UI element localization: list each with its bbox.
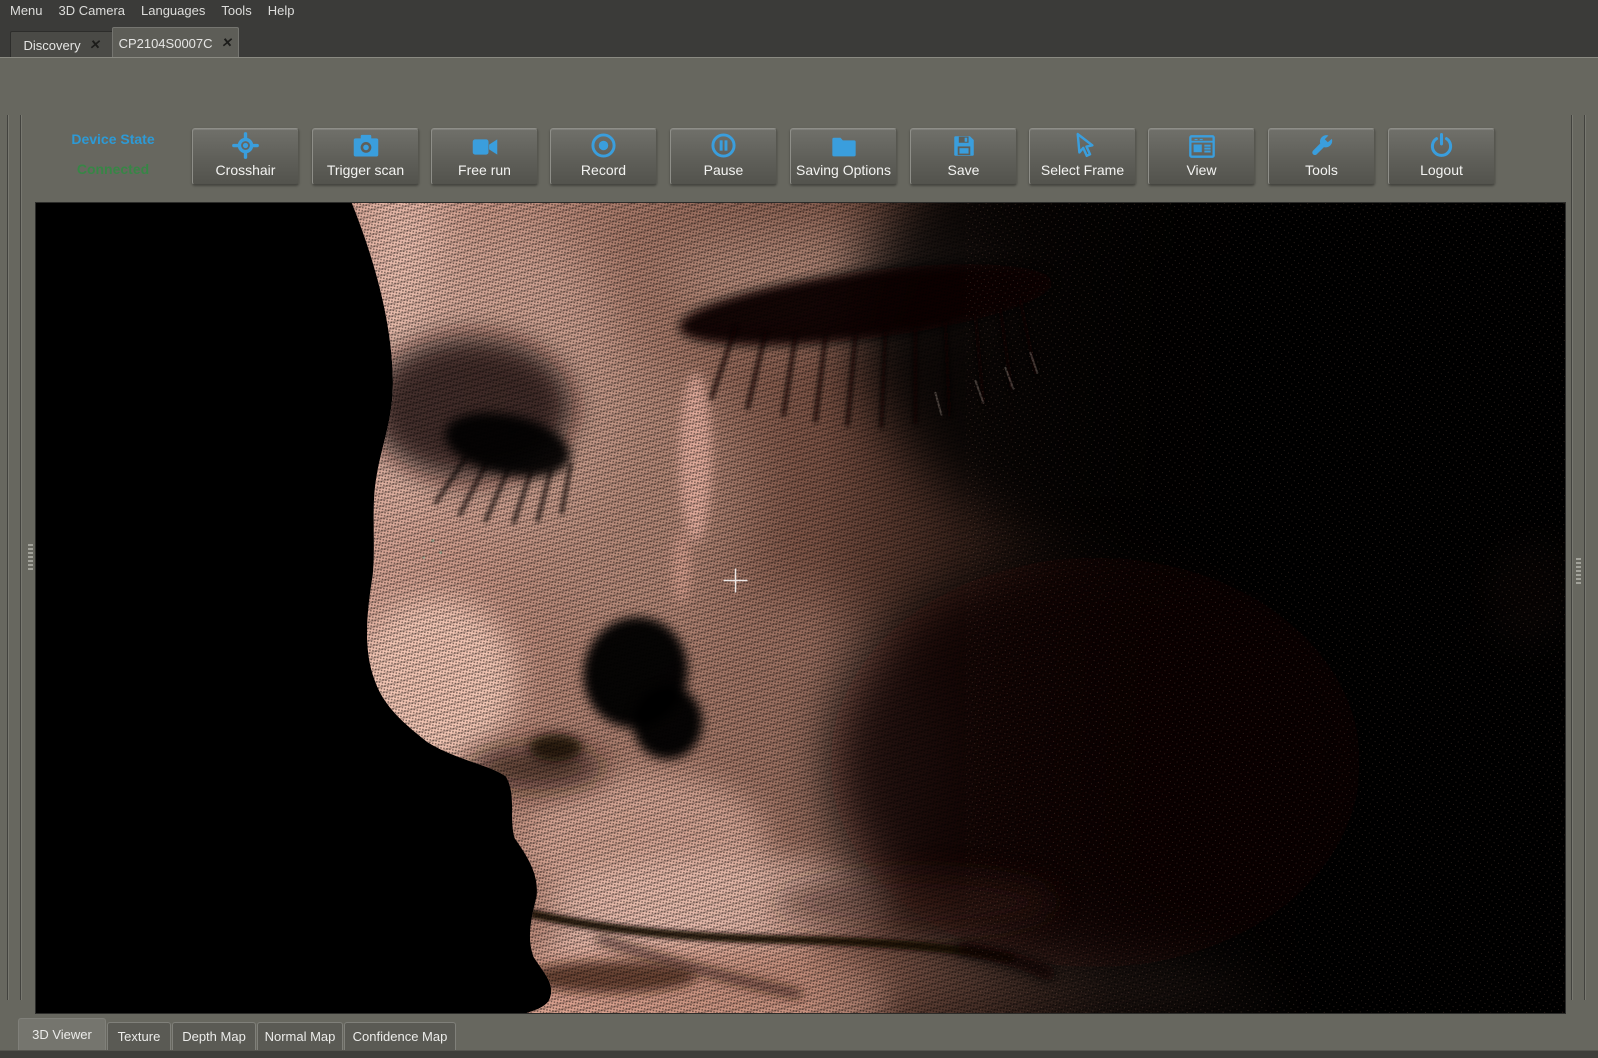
view-tab-bar: 3D Viewer Texture Depth Map Normal Map C… [0, 1016, 1598, 1050]
tab-depth-map[interactable]: Depth Map [172, 1022, 256, 1050]
device-tab-bar: Discovery ✕ CP2104S0007C ✕ [0, 21, 1598, 57]
right-splitter-groove [1571, 115, 1572, 1000]
menu-item-menu[interactable]: Menu [10, 3, 57, 18]
record-button[interactable]: Record [550, 128, 657, 185]
button-label: Tools [1305, 162, 1338, 178]
device-workspace: Device State Connected Crosshair Trigger… [0, 57, 1598, 1000]
logout-button[interactable]: Logout [1388, 128, 1495, 185]
close-tab-icon[interactable]: ✕ [88, 37, 102, 53]
3d-viewport[interactable] [35, 202, 1566, 1014]
photo-camera-icon [352, 133, 380, 159]
tab-label: Texture [118, 1029, 161, 1044]
trigger-scan-button[interactable]: Trigger scan [312, 128, 419, 185]
tab-normal-map[interactable]: Normal Map [257, 1022, 343, 1050]
tab-device-cp2104s0007c[interactable]: CP2104S0007C ✕ [112, 27, 239, 58]
button-label: View [1186, 162, 1216, 178]
menu-item-tools[interactable]: Tools [221, 3, 265, 18]
tab-3d-viewer[interactable]: 3D Viewer [18, 1018, 106, 1050]
menu-item-3d-camera[interactable]: 3D Camera [59, 3, 139, 18]
right-splitter-groove [1584, 115, 1585, 1000]
window-layout-icon [1188, 134, 1216, 159]
left-splitter-groove [20, 115, 21, 1000]
face-point-cloud [36, 203, 1565, 1013]
power-icon [1428, 132, 1455, 159]
cursor-arrow-icon [1070, 132, 1096, 159]
left-splitter-groove [7, 115, 8, 1000]
button-label: Free run [458, 162, 511, 178]
button-label: Logout [1420, 162, 1463, 178]
tab-discovery-label: Discovery [24, 38, 81, 53]
free-run-button[interactable]: Free run [431, 128, 538, 185]
view-button[interactable]: View [1148, 128, 1255, 185]
button-label: Select Frame [1041, 162, 1124, 178]
button-label: Record [581, 162, 626, 178]
button-label: Pause [704, 162, 744, 178]
tab-texture[interactable]: Texture [107, 1022, 171, 1050]
pause-icon [710, 132, 737, 159]
tools-button[interactable]: Tools [1268, 128, 1375, 185]
pause-button[interactable]: Pause [670, 128, 777, 185]
tab-device-label: CP2104S0007C [119, 36, 213, 51]
close-tab-icon[interactable]: ✕ [220, 35, 234, 51]
tab-label: Confidence Map [353, 1029, 448, 1044]
left-splitter-handle[interactable] [28, 544, 33, 570]
tab-discovery[interactable]: Discovery ✕ [10, 31, 114, 58]
select-frame-button[interactable]: Select Frame [1029, 128, 1136, 185]
crosshair-button[interactable]: Crosshair [192, 128, 299, 185]
wrench-icon [1308, 132, 1335, 159]
right-splitter-handle[interactable] [1576, 558, 1581, 584]
tab-confidence-map[interactable]: Confidence Map [344, 1022, 456, 1050]
folder-icon [830, 134, 858, 159]
saving-options-button[interactable]: Saving Options [790, 128, 897, 185]
floppy-disk-icon [951, 133, 977, 159]
menu-item-help[interactable]: Help [268, 3, 309, 18]
tab-label: 3D Viewer [32, 1027, 92, 1042]
tab-label: Normal Map [265, 1029, 336, 1044]
save-button[interactable]: Save [910, 128, 1017, 185]
device-state-label: Device State [40, 131, 186, 147]
record-icon [590, 132, 617, 159]
button-label: Crosshair [216, 162, 276, 178]
window-chrome: Menu 3D Camera Languages Tools Help Disc… [0, 0, 1598, 57]
tab-label: Depth Map [182, 1029, 246, 1044]
device-state-value: Connected [40, 161, 186, 177]
button-label: Trigger scan [327, 162, 404, 178]
crosshair-icon [232, 132, 259, 159]
menu-bar: Menu 3D Camera Languages Tools Help [0, 0, 1598, 21]
button-label: Save [948, 162, 980, 178]
button-label: Saving Options [796, 162, 891, 178]
video-camera-icon [471, 134, 499, 159]
status-strip [0, 1050, 1598, 1058]
menu-item-languages[interactable]: Languages [141, 3, 219, 18]
